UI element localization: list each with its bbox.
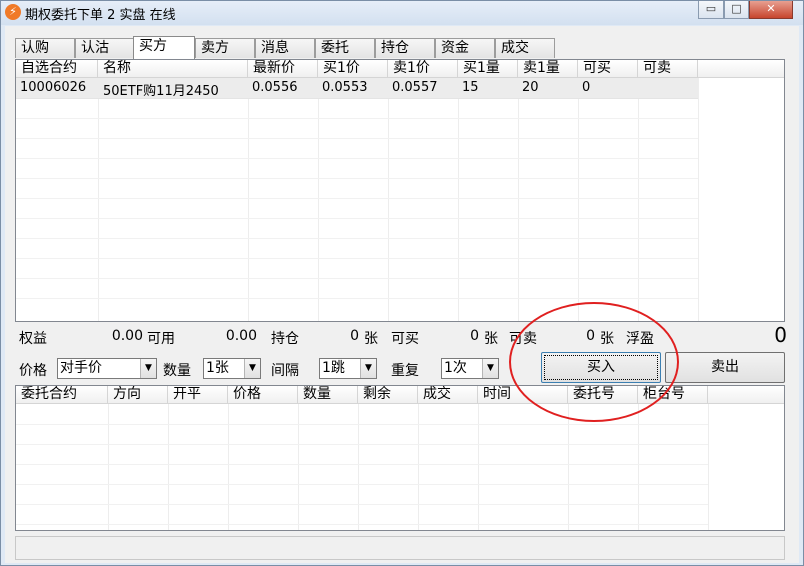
- repeat-select-value: 1次: [444, 360, 467, 376]
- orders-table[interactable]: 委托合约 方向 开平 价格 数量 剩余 成交 时间 委托号 柜台号: [15, 385, 785, 531]
- float-pl-value: 0: [774, 323, 787, 347]
- available-label: 可用: [147, 331, 175, 347]
- col-remaining[interactable]: 剩余: [358, 386, 418, 404]
- quote-cell-can-buy: 0: [582, 80, 591, 95]
- equity-value: 0.00: [111, 328, 143, 344]
- quote-cell-ask1: 0.0557: [392, 80, 438, 95]
- col-direction[interactable]: 方向: [108, 386, 168, 404]
- client-area: 认购 认沽 买方 卖方 消息 委托 持仓 资金 成交 自选合约 名称 最新价 买…: [5, 26, 799, 563]
- col-ask1-price[interactable]: 卖1价: [388, 60, 458, 78]
- col-order-qty[interactable]: 数量: [298, 386, 358, 404]
- close-button[interactable]: ✕: [749, 1, 793, 19]
- tab-put[interactable]: 认沽: [75, 38, 135, 58]
- col-contract[interactable]: 自选合约: [16, 60, 98, 78]
- qty-select-value: 1张: [206, 360, 229, 376]
- quote-cell-last: 0.0556: [252, 80, 298, 95]
- tab-trades[interactable]: 成交: [495, 38, 555, 58]
- repeat-select[interactable]: 1次 ▼: [441, 358, 499, 379]
- col-ask1-qty[interactable]: 卖1量: [518, 60, 578, 78]
- position-unit: 张: [364, 331, 378, 347]
- col-bid1-price[interactable]: 买1价: [318, 60, 388, 78]
- maximize-button[interactable]: □: [724, 1, 749, 19]
- quote-cell-bid1-qty: 15: [462, 80, 479, 95]
- interval-select-value: 1跳: [322, 360, 345, 376]
- tab-messages[interactable]: 消息: [255, 38, 315, 58]
- interval-select[interactable]: 1跳 ▼: [319, 358, 377, 379]
- equity-label: 权益: [19, 331, 47, 347]
- quote-cell-code: 10006026: [20, 80, 87, 95]
- tab-orders[interactable]: 委托: [315, 38, 375, 58]
- status-bar: [15, 536, 785, 560]
- tab-positions[interactable]: 持仓: [375, 38, 435, 58]
- tab-funds[interactable]: 资金: [435, 38, 495, 58]
- can-buy-value: 0: [470, 328, 479, 344]
- tab-call[interactable]: 认购: [15, 38, 75, 58]
- interval-label: 间隔: [271, 363, 299, 379]
- col-order-contract[interactable]: 委托合约: [16, 386, 108, 404]
- can-buy-label: 可买: [391, 331, 419, 347]
- minimize-button[interactable]: ▭: [698, 1, 724, 19]
- tab-seller[interactable]: 卖方: [195, 38, 255, 58]
- window-title: 期权委托下单 2 实盘 在线: [25, 8, 176, 23]
- quote-cell-name: 50ETF购11月2450: [103, 84, 219, 99]
- col-filled[interactable]: 成交: [418, 386, 478, 404]
- chevron-down-icon[interactable]: ▼: [360, 359, 376, 378]
- price-select[interactable]: 对手价 ▼: [57, 358, 157, 379]
- chevron-down-icon[interactable]: ▼: [244, 359, 260, 378]
- col-last-price[interactable]: 最新价: [248, 60, 318, 78]
- quote-table-header: 自选合约 名称 最新价 买1价 卖1价 买1量 卖1量 可买 可卖: [16, 60, 784, 78]
- available-value: 0.00: [225, 328, 257, 344]
- sell-button[interactable]: 卖出: [665, 352, 785, 383]
- col-order-price[interactable]: 价格: [228, 386, 298, 404]
- col-can-buy[interactable]: 可买: [578, 60, 638, 78]
- quote-cell-bid1: 0.0553: [322, 80, 368, 95]
- can-buy-unit: 张: [484, 331, 498, 347]
- repeat-label: 重复: [391, 363, 419, 379]
- col-bid1-qty[interactable]: 买1量: [458, 60, 518, 78]
- tab-buyer[interactable]: 买方: [133, 36, 195, 59]
- quote-table[interactable]: 自选合约 名称 最新价 买1价 卖1价 买1量 卖1量 可买 可卖 100060…: [15, 59, 785, 322]
- chevron-down-icon[interactable]: ▼: [140, 359, 156, 378]
- col-can-sell[interactable]: 可卖: [638, 60, 698, 78]
- position-value: 0: [350, 328, 359, 344]
- highlight-annotation-circle: [509, 302, 679, 422]
- position-label: 持仓: [271, 331, 299, 347]
- qty-label: 数量: [163, 363, 191, 379]
- lightning-app-icon: ⚡: [5, 4, 21, 20]
- price-select-value: 对手价: [60, 360, 102, 376]
- quote-cell-ask1-qty: 20: [522, 80, 539, 95]
- qty-select[interactable]: 1张 ▼: [203, 358, 261, 379]
- col-name[interactable]: 名称: [98, 60, 248, 78]
- app-window: ⚡ 期权委托下单 2 实盘 在线 ▭ □ ✕ 认购 认沽 买方 卖方 消息 委托…: [0, 0, 804, 566]
- chevron-down-icon[interactable]: ▼: [482, 359, 498, 378]
- col-open-close[interactable]: 开平: [168, 386, 228, 404]
- title-bar[interactable]: ⚡ 期权委托下单 2 实盘 在线 ▭ □ ✕: [1, 1, 803, 25]
- price-label: 价格: [19, 363, 47, 379]
